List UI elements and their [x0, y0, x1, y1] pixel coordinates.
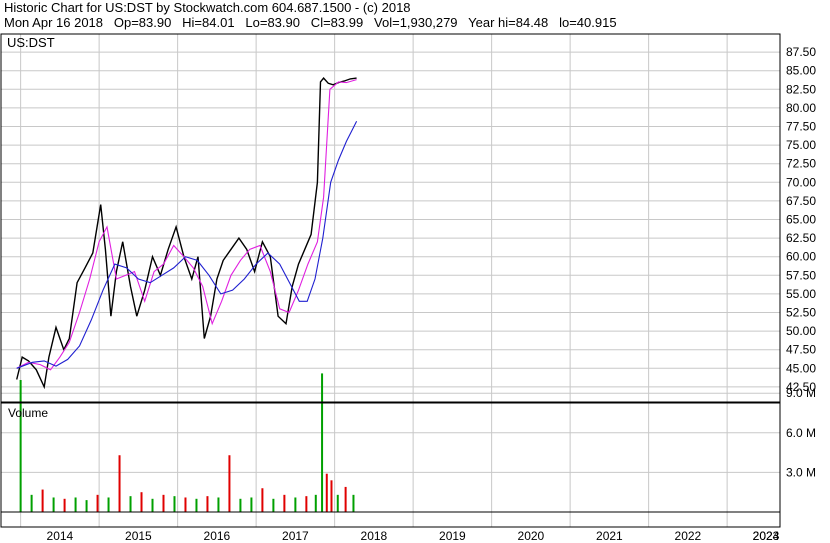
volume-label: Volume: [8, 406, 48, 420]
volume-bar: [206, 496, 209, 512]
volume-bar: [52, 497, 55, 512]
volume-bar: [19, 380, 22, 512]
volume-bar: [272, 498, 275, 512]
volume-bar: [305, 496, 308, 512]
volume-bar: [140, 492, 143, 512]
volume-bar: [217, 497, 220, 512]
volume-bar: [294, 497, 297, 512]
volume-bar: [96, 494, 99, 512]
chart-grid: [1, 34, 780, 527]
volume-bar: [129, 496, 132, 512]
volume-bar: [74, 497, 77, 512]
price-tick-label: 52.50: [786, 306, 816, 320]
chart-labels: 87.50 85.00 82.50 80.00 77.50 75.00 72.50 70.00…: [7, 35, 816, 543]
volume-panel-border: [0, 402, 781, 513]
price-tick-label: 80.00: [786, 101, 816, 115]
volume-bar: [41, 489, 44, 512]
volume-bar: [250, 497, 253, 512]
volume-bar: [184, 497, 187, 512]
volume-bar: [173, 496, 176, 512]
x-axis-band-border: [0, 511, 781, 528]
year-tick-label: 2018: [361, 529, 388, 543]
year-tick-label: 2024: [753, 529, 780, 543]
price-tick-label: 65.00: [786, 213, 816, 227]
volume-tick-label: 6.0 M: [786, 426, 816, 440]
year-tick-label: 2017: [282, 529, 309, 543]
price-tick-label: 62.50: [786, 231, 816, 245]
price-tick-label: 60.00: [786, 250, 816, 264]
price-tick-label: 45.00: [786, 361, 816, 375]
volume-bar: [261, 488, 264, 512]
price-tick-label: 77.50: [786, 120, 816, 134]
symbol-label: US:DST: [7, 35, 55, 50]
volume-bar: [344, 486, 347, 512]
price-tick-label: 47.50: [786, 343, 816, 357]
year-tick-label: 2014: [47, 529, 74, 543]
volume-bar: [336, 494, 339, 512]
price-tick-label: 72.50: [786, 157, 816, 171]
volume-bar: [107, 497, 110, 512]
price-tick-label: 67.50: [786, 194, 816, 208]
volume-bar: [321, 373, 324, 512]
price-tick-label: 75.00: [786, 138, 816, 152]
volume-bar: [118, 455, 121, 512]
price-tick-label: 70.00: [786, 175, 816, 189]
volume-bar: [239, 498, 242, 512]
volume-bar: [195, 498, 198, 512]
price-volume-chart: 87.50 85.00 82.50 80.00 77.50 75.00 72.50 70.00…: [0, 33, 816, 543]
volume-bar: [228, 455, 231, 512]
volume-bar: [314, 494, 317, 512]
price-tick-label: 50.00: [786, 324, 816, 338]
year-tick-label: 2021: [596, 529, 623, 543]
price-tick-label: 87.50: [786, 45, 816, 59]
volume-bar: [151, 498, 154, 512]
series-line-price: [16, 77, 357, 390]
volume-bar: [325, 473, 328, 512]
volume-bar: [63, 498, 66, 512]
volume-bar: [352, 494, 355, 512]
price-series-group: [16, 77, 358, 390]
volume-bar: [162, 494, 165, 512]
year-tick-label: 2016: [204, 529, 231, 543]
volume-bar: [85, 500, 88, 512]
year-tick-label: 2020: [518, 529, 545, 543]
volume-tick-label: 9.0 M: [786, 386, 816, 400]
volume-bar: [283, 494, 286, 512]
year-tick-label: 2019: [439, 529, 466, 543]
volume-bars-group: [19, 373, 355, 512]
series-line-ma-short: [16, 79, 357, 371]
price-tick-label: 82.50: [786, 82, 816, 96]
price-tick-label: 57.50: [786, 268, 816, 282]
volume-bar: [30, 494, 33, 512]
price-tick-label: 85.00: [786, 64, 816, 78]
volume-tick-label: 3.0 M: [786, 465, 816, 479]
price-tick-label: 55.00: [786, 287, 816, 301]
year-tick-label: 2022: [675, 529, 702, 543]
volume-bar: [330, 480, 333, 512]
year-tick-label: 2015: [125, 529, 152, 543]
